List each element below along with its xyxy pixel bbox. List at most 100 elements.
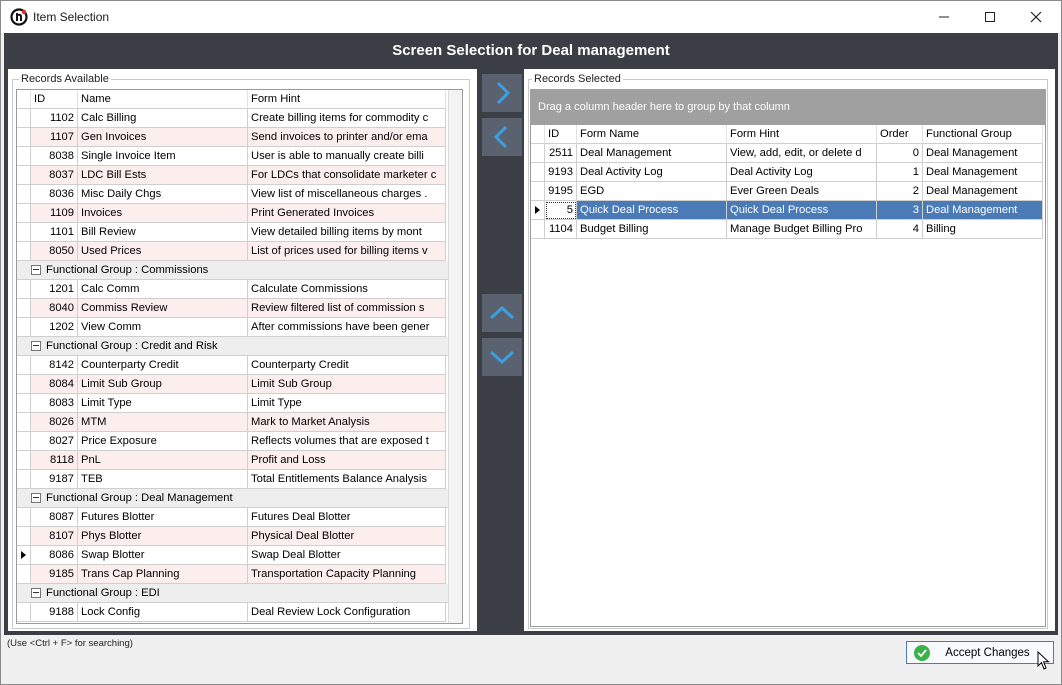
move-left-button[interactable] bbox=[482, 118, 522, 156]
table-row[interactable]: 8087 Futures Blotter Futures Deal Blotter bbox=[17, 508, 446, 527]
available-grid[interactable]: ID Name Form Hint 1102 Calc Billing Create bi… bbox=[16, 89, 463, 624]
group-by-area[interactable]: Drag a column header here to group by th… bbox=[530, 89, 1046, 125]
cell-id: 1201 bbox=[31, 280, 78, 299]
collapse-icon[interactable] bbox=[31, 588, 41, 598]
cell-form-hint: Quick Deal Process bbox=[727, 201, 877, 220]
table-row[interactable]: 8142 Counterparty Credit Counterparty Cred… bbox=[17, 356, 446, 375]
row-indicator bbox=[17, 299, 31, 318]
cell-form-hint: View list of miscellaneous charges . bbox=[248, 185, 446, 204]
table-row[interactable]: 8084 Limit Sub Group Limit Sub Group bbox=[17, 375, 446, 394]
table-row[interactable]: 9185 Trans Cap Planning Transportation Cap… bbox=[17, 565, 446, 584]
table-row[interactable]: 2511 Deal Management View, add, edit, or d… bbox=[531, 144, 1043, 163]
column-header-id[interactable]: ID bbox=[545, 125, 577, 144]
cell-form-hint: Calculate Commissions bbox=[248, 280, 446, 299]
table-row[interactable]: 1101 Bill Review View detailed billing ite… bbox=[17, 223, 446, 242]
move-up-button[interactable] bbox=[482, 294, 522, 332]
cell-form-hint: Transportation Capacity Planning bbox=[248, 565, 446, 584]
cell-name: Limit Sub Group bbox=[78, 375, 248, 394]
row-indicator bbox=[17, 565, 31, 584]
table-row[interactable]: 1102 Calc Billing Create billing items for… bbox=[17, 109, 446, 128]
selected-grid[interactable]: ID Form Name Form Hint Order Functional Grou… bbox=[530, 125, 1046, 627]
cell-id: 1107 bbox=[31, 128, 78, 147]
current-row-marker-icon bbox=[21, 551, 26, 559]
available-panel: Records Available ID Name Form Hint 1102 Cal… bbox=[8, 69, 477, 631]
column-header-form-hint[interactable]: Form Hint bbox=[727, 125, 877, 144]
row-indicator bbox=[17, 470, 31, 489]
cell-form-hint: View detailed billing items by mont bbox=[248, 223, 446, 242]
collapse-icon[interactable] bbox=[31, 341, 41, 351]
row-indicator bbox=[17, 318, 31, 337]
column-header-id[interactable]: ID bbox=[31, 90, 78, 109]
available-legend: Records Available bbox=[19, 73, 111, 85]
table-row[interactable]: 8036 Misc Daily Chgs View list of miscella… bbox=[17, 185, 446, 204]
column-header-name[interactable]: Name bbox=[78, 90, 248, 109]
table-row[interactable]: 9188 Lock Config Deal Review Lock Configur… bbox=[17, 603, 446, 622]
table-row[interactable]: 8083 Limit Type Limit Type bbox=[17, 394, 446, 413]
cell-name: Invoices bbox=[78, 204, 248, 223]
cell-name: Counterparty Credit bbox=[78, 356, 248, 375]
cell-name: Phys Blotter bbox=[78, 527, 248, 546]
table-row[interactable]: 8118 PnL Profit and Loss bbox=[17, 451, 446, 470]
accept-changes-label: Accept Changes bbox=[945, 646, 1030, 659]
cell-name: Swap Blotter bbox=[78, 546, 248, 565]
mouse-pointer-icon bbox=[1037, 651, 1050, 670]
table-row[interactable]: 9193 Deal Activity Log Deal Activity Log 1 D… bbox=[531, 163, 1043, 182]
accept-changes-button[interactable]: Accept Changes bbox=[906, 641, 1054, 664]
cell-name: Trans Cap Planning bbox=[78, 565, 248, 584]
cell-form-hint: Limit Sub Group bbox=[248, 375, 446, 394]
move-right-button[interactable] bbox=[482, 74, 522, 112]
column-header-order[interactable]: Order bbox=[877, 125, 923, 144]
move-down-button[interactable] bbox=[482, 338, 522, 376]
row-indicator bbox=[17, 166, 31, 185]
table-row[interactable]: 8038 Single Invoice Item User is able to m… bbox=[17, 147, 446, 166]
maximize-button[interactable] bbox=[967, 1, 1013, 33]
row-indicator bbox=[17, 185, 31, 204]
table-row[interactable]: 1201 Calc Comm Calculate Commissions bbox=[17, 280, 446, 299]
column-header-form-name[interactable]: Form Name bbox=[577, 125, 727, 144]
table-row[interactable]: 8040 Commiss Review Review filtered list o… bbox=[17, 299, 446, 318]
table-row[interactable]: 8027 Price Exposure Reflects volumes that … bbox=[17, 432, 446, 451]
cell-form-hint: Send invoices to printer and/or ema bbox=[248, 128, 446, 147]
row-indicator bbox=[17, 451, 31, 470]
cell-order: 1 bbox=[877, 163, 923, 182]
cell-form-hint: Review filtered list of commission s bbox=[248, 299, 446, 318]
cell-id: 1109 bbox=[31, 204, 78, 223]
table-row[interactable]: 8037 LDC Bill Ests For LDCs that consolida… bbox=[17, 166, 446, 185]
available-scrollbar[interactable] bbox=[448, 90, 462, 623]
cell-form-hint: Reflects volumes that are exposed t bbox=[248, 432, 446, 451]
table-row[interactable]: 1202 View Comm After commissions have been… bbox=[17, 318, 446, 337]
table-row[interactable]: 9187 TEB Total Entitlements Balance Analys… bbox=[17, 470, 446, 489]
group-row[interactable]: Functional Group : EDI bbox=[17, 584, 448, 603]
table-row[interactable]: 8107 Phys Blotter Physical Deal Blotter bbox=[17, 527, 446, 546]
group-row[interactable]: Functional Group : Deal Management bbox=[17, 489, 448, 508]
selected-header-row: ID Form Name Form Hint Order Functional Grou… bbox=[531, 125, 1043, 144]
table-row[interactable]: 1104 Budget Billing Manage Budget Billing … bbox=[531, 220, 1043, 239]
table-row[interactable]: 1109 Invoices Print Generated Invoices bbox=[17, 204, 446, 223]
cell-id: 8037 bbox=[31, 166, 78, 185]
minimize-button[interactable] bbox=[921, 1, 967, 33]
cell-form-hint: Swap Deal Blotter bbox=[248, 546, 446, 565]
cell-id: 8107 bbox=[31, 527, 78, 546]
cell-id: 1202 bbox=[31, 318, 78, 337]
row-indicator bbox=[17, 508, 31, 527]
table-row[interactable]: 5 Quick Deal Process Quick Deal Process 3 De… bbox=[531, 201, 1043, 220]
collapse-icon[interactable] bbox=[31, 265, 41, 275]
collapse-icon[interactable] bbox=[31, 493, 41, 503]
column-header-form-hint[interactable]: Form Hint bbox=[248, 90, 446, 109]
table-row[interactable]: 8026 MTM Mark to Market Analysis bbox=[17, 413, 446, 432]
chevron-down-icon bbox=[489, 350, 515, 365]
table-row[interactable]: 8086 Swap Blotter Swap Deal Blotter bbox=[17, 546, 446, 565]
table-row[interactable]: 8050 Used Prices List of prices used for b… bbox=[17, 242, 446, 261]
cell-name: LDC Bill Ests bbox=[78, 166, 248, 185]
selected-panel: Records Selected Drag a column header he… bbox=[524, 69, 1055, 631]
table-row[interactable]: 1107 Gen Invoices Send invoices to printer… bbox=[17, 128, 446, 147]
cell-form-hint: Futures Deal Blotter bbox=[248, 508, 446, 527]
group-row[interactable]: Functional Group : Credit and Risk bbox=[17, 337, 448, 356]
row-indicator bbox=[531, 163, 545, 182]
table-row[interactable]: 9195 EGD Ever Green Deals 2 Deal Management bbox=[531, 182, 1043, 201]
cell-form-hint: Limit Type bbox=[248, 394, 446, 413]
group-row[interactable]: Functional Group : Commissions bbox=[17, 261, 448, 280]
close-button[interactable] bbox=[1013, 1, 1059, 33]
column-header-functional-group[interactable]: Functional Group bbox=[923, 125, 1043, 144]
cell-id: 8084 bbox=[31, 375, 78, 394]
